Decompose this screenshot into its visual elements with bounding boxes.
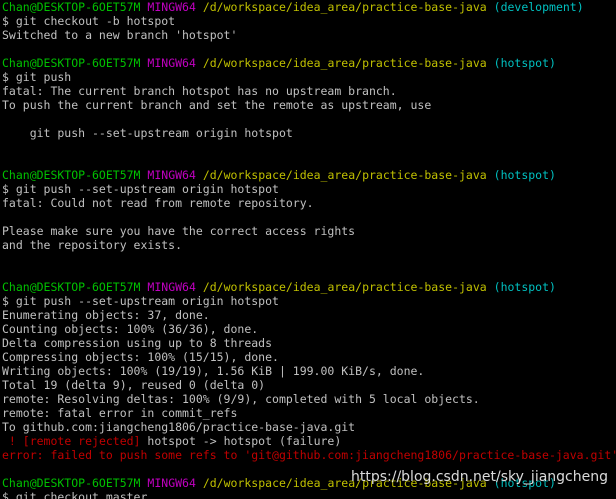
- prompt-line: Chan@DESKTOP-6OET57M MINGW64 /d/workspac…: [0, 0, 616, 14]
- output-line: To github.com:jiangcheng1806/practice-ba…: [2, 420, 356, 434]
- output-line: fatal: The current branch hotspot has no…: [2, 84, 397, 98]
- rejected-tag: [remote rejected]: [22, 434, 141, 448]
- prompt-path: /d/workspace/idea_area/practice-base-jav…: [202, 168, 487, 182]
- watermark: https://blog.csdn.net/sky_jiangcheng: [350, 469, 608, 485]
- output-line: Delta compression using up to 8 threads: [2, 336, 273, 350]
- rejected-rest: hotspot -> hotspot (failure): [140, 434, 342, 448]
- prompt-path: /d/workspace/idea_area/practice-base-jav…: [202, 280, 487, 294]
- prompt-user-host: Chan@DESKTOP-6OET57M: [2, 476, 141, 490]
- output-line: Enumerating objects: 37, done.: [2, 308, 210, 322]
- output-line: fatal: Could not read from remote reposi…: [2, 196, 314, 210]
- prompt-branch: (hotspot): [493, 56, 556, 70]
- output-line: To push the current branch and set the r…: [2, 98, 432, 112]
- command-line: $ git push --set-upstream origin hotspot: [2, 182, 279, 196]
- prompt-user-host: Chan@DESKTOP-6OET57M: [2, 280, 141, 294]
- prompt-user-host: Chan@DESKTOP-6OET57M: [2, 168, 141, 182]
- prompt-path: /d/workspace/idea_area/practice-base-jav…: [202, 0, 487, 14]
- rejected-prefix: !: [2, 434, 23, 448]
- prompt-branch: (development): [493, 0, 584, 14]
- prompt-msys: MINGW64: [147, 0, 196, 14]
- prompt-user-host: Chan@DESKTOP-6OET57M: [2, 0, 141, 14]
- output-line: Please make sure you have the correct ac…: [2, 224, 356, 238]
- prompt-line: Chan@DESKTOP-6OET57M MINGW64 /d/workspac…: [0, 280, 616, 294]
- command-line: $ git checkout -b hotspot: [2, 14, 176, 28]
- error-line: error: failed to push some refs to 'git@…: [2, 448, 616, 462]
- prompt-line: Chan@DESKTOP-6OET57M MINGW64 /d/workspac…: [0, 168, 616, 182]
- prompt-msys: MINGW64: [147, 56, 196, 70]
- prompt-msys: MINGW64: [147, 476, 196, 490]
- output-line: remote: Resolving deltas: 100% (9/9), co…: [2, 392, 480, 406]
- prompt-user-host: Chan@DESKTOP-6OET57M: [2, 56, 141, 70]
- command-line: $ git push: [2, 70, 72, 84]
- prompt-branch: (hotspot): [493, 168, 556, 182]
- command-line: $ git checkout master: [2, 490, 148, 499]
- prompt-line: Chan@DESKTOP-6OET57M MINGW64 /d/workspac…: [0, 56, 616, 70]
- output-line: Counting objects: 100% (36/36), done.: [2, 322, 259, 336]
- output-line: Switched to a new branch 'hotspot': [2, 28, 238, 42]
- output-line: Writing objects: 100% (19/19), 1.56 KiB …: [2, 364, 425, 378]
- output-line: git push --set-upstream origin hotspot: [2, 126, 293, 140]
- output-line: Compressing objects: 100% (15/15), done.: [2, 350, 279, 364]
- prompt-msys: MINGW64: [147, 168, 196, 182]
- prompt-msys: MINGW64: [147, 280, 196, 294]
- prompt-branch: (hotspot): [493, 280, 556, 294]
- output-line: and the repository exists.: [2, 238, 183, 252]
- command-line: $ git push --set-upstream origin hotspot: [2, 294, 279, 308]
- rejected-line: ! [remote rejected] hotspot -> hotspot (…: [0, 434, 616, 448]
- terminal-window[interactable]: Chan@DESKTOP-6OET57M MINGW64 /d/workspac…: [0, 0, 616, 499]
- output-line: remote: fatal error in commit_refs: [2, 406, 238, 420]
- output-line: Total 19 (delta 9), reused 0 (delta 0): [2, 378, 266, 392]
- prompt-path: /d/workspace/idea_area/practice-base-jav…: [202, 56, 487, 70]
